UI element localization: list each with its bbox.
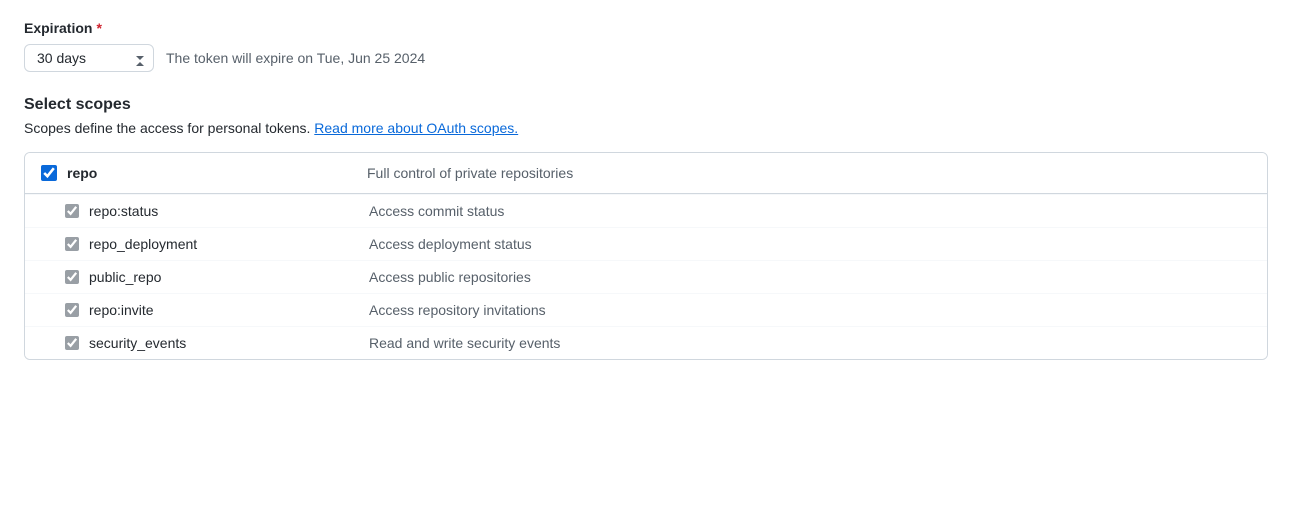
- scopes-title: Select scopes: [24, 96, 1268, 114]
- scope-desc-public-repo: Access public repositories: [369, 269, 531, 285]
- expiration-hint: The token will expire on Tue, Jun 25 202…: [166, 50, 425, 66]
- expiration-label: Expiration *: [24, 20, 1268, 36]
- scope-name-repo-status: repo:status: [89, 203, 369, 219]
- scope-name-repo-deployment: repo_deployment: [89, 236, 369, 252]
- scope-desc-repo-status: Access commit status: [369, 203, 504, 219]
- scope-name-repo-invite: repo:invite: [89, 302, 369, 318]
- scope-name-public-repo: public_repo: [89, 269, 369, 285]
- scope-desc-repo-invite: Access repository invitations: [369, 302, 546, 318]
- scope-row-public-repo: public_repo Access public repositories: [25, 260, 1267, 293]
- expiration-select-wrapper: 7 days 30 days 60 days 90 days No expira…: [24, 44, 154, 72]
- scope-row-repo: repo Full control of private repositorie…: [25, 153, 1267, 194]
- scopes-description-text: Scopes define the access for personal to…: [24, 120, 314, 136]
- expiration-section: Expiration * 7 days 30 days 60 days 90 d…: [24, 20, 1268, 72]
- checkbox-public-repo[interactable]: [65, 270, 79, 284]
- expiration-select[interactable]: 7 days 30 days 60 days 90 days No expira…: [24, 44, 154, 72]
- checkbox-repo-status[interactable]: [65, 204, 79, 218]
- scope-row-repo-status: repo:status Access commit status: [25, 194, 1267, 227]
- scope-row-repo-deployment: repo_deployment Access deployment status: [25, 227, 1267, 260]
- scope-name-security-events: security_events: [89, 335, 369, 351]
- checkbox-repo-deployment[interactable]: [65, 237, 79, 251]
- scope-row-repo-invite: repo:invite Access repository invitation…: [25, 293, 1267, 326]
- checkbox-repo[interactable]: [41, 165, 57, 181]
- oauth-scopes-link[interactable]: Read more about OAuth scopes.: [314, 120, 518, 136]
- scope-desc-repo: Full control of private repositories: [367, 165, 573, 181]
- scope-desc-security-events: Read and write security events: [369, 335, 560, 351]
- scopes-description: Scopes define the access for personal to…: [24, 120, 1268, 136]
- scope-desc-repo-deployment: Access deployment status: [369, 236, 532, 252]
- scopes-box: repo Full control of private repositorie…: [24, 152, 1268, 360]
- expiration-row: 7 days 30 days 60 days 90 days No expira…: [24, 44, 1268, 72]
- checkbox-repo-invite[interactable]: [65, 303, 79, 317]
- expiration-label-text: Expiration: [24, 20, 92, 36]
- required-indicator: *: [96, 20, 101, 36]
- scope-name-repo: repo: [67, 165, 367, 181]
- checkbox-security-events[interactable]: [65, 336, 79, 350]
- scopes-section: Select scopes Scopes define the access f…: [24, 96, 1268, 360]
- scope-row-security-events: security_events Read and write security …: [25, 326, 1267, 359]
